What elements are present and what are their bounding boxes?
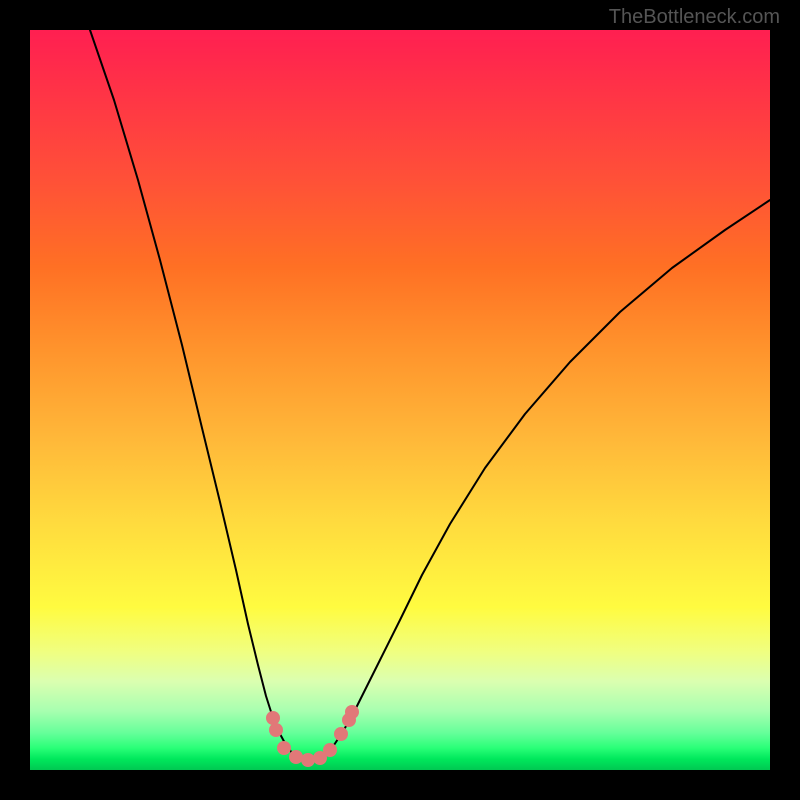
- marker-2: [277, 741, 291, 755]
- curves-group: [90, 30, 770, 761]
- curve-right-branch: [322, 200, 770, 757]
- watermark-text: TheBottleneck.com: [609, 6, 780, 29]
- marker-6: [323, 743, 337, 757]
- plot-area: [30, 30, 770, 770]
- outer-frame: TheBottleneck.com: [0, 0, 800, 800]
- marker-1: [269, 723, 283, 737]
- marker-0: [266, 711, 280, 725]
- marker-4: [301, 753, 315, 767]
- markers-group: [266, 705, 359, 767]
- curve-left-branch: [90, 30, 296, 757]
- marker-3: [289, 750, 303, 764]
- chart-svg: [30, 30, 770, 770]
- marker-7: [334, 727, 348, 741]
- marker-9: [345, 705, 359, 719]
